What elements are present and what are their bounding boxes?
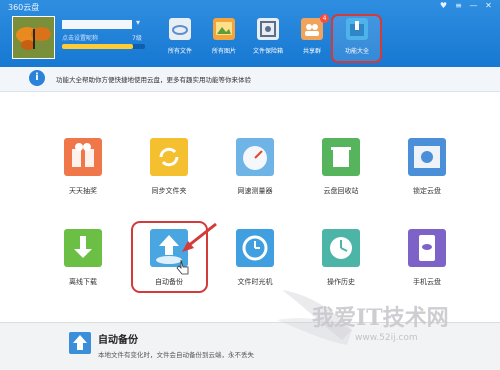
avatar[interactable]	[12, 16, 55, 59]
picture-icon	[213, 18, 235, 40]
tile-speed-test[interactable]: 网速测量器	[220, 138, 290, 208]
lock-cloud-icon	[408, 138, 446, 176]
recycle-bin-icon	[322, 138, 360, 176]
minimize-icon[interactable]: —	[468, 1, 479, 11]
group-icon	[301, 18, 323, 40]
time-machine-icon	[236, 229, 274, 267]
toolbar-all-pictures-button[interactable]: 所有图片	[204, 16, 244, 58]
auto-backup-icon	[69, 332, 91, 354]
user-level: 7级	[132, 35, 142, 42]
info-icon: i	[29, 70, 45, 86]
toolbar-all-files-button[interactable]: 所有文件	[160, 16, 200, 58]
tile-lock-cloud[interactable]: 锁定云盘	[392, 138, 462, 208]
tile-phone-cloud[interactable]: 手机云盘	[392, 229, 462, 299]
gift-icon	[64, 138, 102, 176]
detail-title: 自动备份	[98, 335, 138, 346]
app-title: 360云盘	[8, 3, 40, 12]
detail-description: 本地文件有变化时，文件会自动备份到云端，永不丢失	[98, 351, 254, 359]
tile-label: 操作历史	[327, 278, 355, 286]
tile-daily-lottery[interactable]: 天天抽奖	[48, 138, 118, 208]
watermark-url: www.52ij.com	[355, 333, 418, 343]
tile-label: 离线下载	[69, 278, 97, 286]
info-text: 功能大全帮助你方便快捷地使用云盘，更多有趣实用功能等你来体验	[56, 76, 251, 84]
toolbar-toolbox-button[interactable]: 功能大全	[337, 16, 377, 58]
tile-label: 锁定云盘	[413, 187, 441, 195]
tile-recycle-bin[interactable]: 云盘回收站	[306, 138, 376, 208]
close-icon[interactable]: ✕	[483, 1, 494, 11]
window-controls: ♥ ≡ — ✕	[438, 1, 494, 11]
tile-label: 网速测量器	[237, 187, 273, 195]
tile-label: 天天抽奖	[69, 187, 97, 195]
notification-badge: 4	[320, 14, 329, 23]
toolbar-safe-button[interactable]: 文件保险箱	[248, 16, 288, 58]
tile-label: 手机云盘	[413, 278, 441, 286]
level-progress-fill	[62, 44, 133, 49]
toolbox-icon	[346, 18, 368, 40]
tile-offline-download[interactable]: 离线下载	[48, 229, 118, 299]
watermark-logo: 我爱IT技术网	[312, 305, 449, 331]
title-bar: 360云盘 ♥ ≡ — ✕	[0, 0, 500, 14]
tile-operation-history[interactable]: 操作历史	[306, 229, 376, 299]
toolbar-share-group-button[interactable]: 4 共享群	[292, 14, 332, 58]
history-clock-icon	[322, 229, 360, 267]
tile-sync-folder[interactable]: 同步文件夹	[134, 138, 204, 208]
butterfly-image	[13, 17, 54, 58]
download-icon	[64, 229, 102, 267]
username-field	[62, 20, 132, 29]
tile-label: 云盘回收站	[323, 187, 359, 195]
chevron-down-icon[interactable]: ▾	[136, 18, 140, 27]
tile-label: 同步文件夹	[151, 187, 187, 195]
tile-label: 文件时光机	[237, 278, 273, 286]
hand-cursor-icon	[176, 259, 189, 275]
level-progress-bar	[62, 44, 145, 49]
skin-icon[interactable]: ♥	[438, 1, 449, 11]
signature-prompt[interactable]: 点击设置昵称	[62, 33, 98, 42]
sync-folder-icon	[150, 138, 188, 176]
menu-icon[interactable]: ≡	[453, 1, 464, 11]
phone-cloud-icon	[408, 229, 446, 267]
speed-gauge-icon	[236, 138, 274, 176]
tile-label: 自动备份	[155, 278, 183, 286]
red-arrow-annotation	[182, 222, 217, 252]
cloud-folder-icon	[169, 18, 191, 40]
toolbar-label: 功能大全	[344, 48, 369, 55]
safe-icon	[257, 18, 279, 40]
